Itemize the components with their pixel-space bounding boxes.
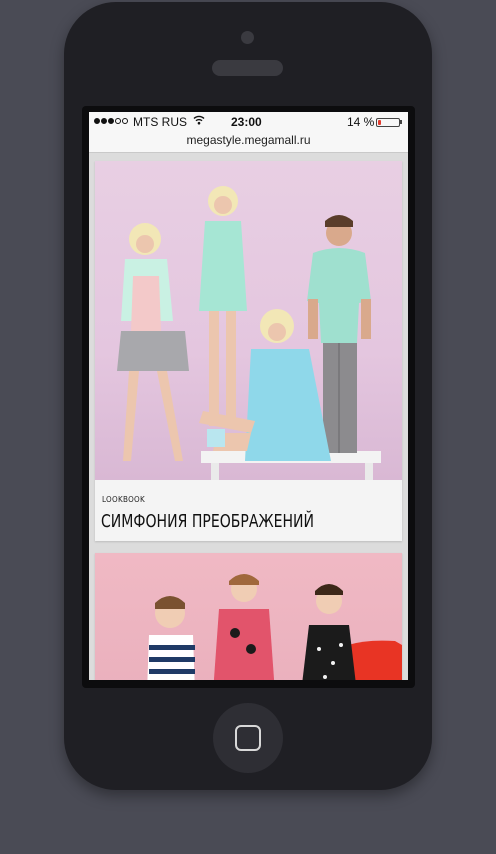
kids-photo[interactable] <box>95 553 402 680</box>
card-title[interactable]: СИМФОНИЯ ПРЕОБРАЖЕНИЙ <box>101 511 314 532</box>
page-content[interactable]: LOOKBOOK СИМФОНИЯ ПРЕОБРАЖЕНИЙ <box>89 153 408 680</box>
home-button[interactable] <box>213 703 283 773</box>
carrier-label: MTS RUS <box>133 115 187 129</box>
battery-nub <box>400 120 402 124</box>
front-camera <box>241 31 254 44</box>
battery-icon <box>376 118 400 127</box>
battery-level-fill <box>378 120 381 125</box>
home-square-icon <box>235 725 261 751</box>
battery-percent: 14 % <box>347 115 375 129</box>
card-tag: LOOKBOOK <box>102 495 146 504</box>
wifi-icon <box>193 114 205 129</box>
earpiece-speaker <box>212 60 283 76</box>
screen: MTS RUS 23:00 14 % megastyle.megamall.ru <box>89 112 408 680</box>
address-bar[interactable]: megastyle.megamall.ru <box>89 132 408 153</box>
kids-card[interactable] <box>95 553 402 680</box>
url-text: megastyle.megamall.ru <box>186 133 311 147</box>
lookbook-card[interactable]: LOOKBOOK СИМФОНИЯ ПРЕОБРАЖЕНИЙ <box>95 161 402 541</box>
signal-strength-icon <box>94 118 128 124</box>
status-bar: MTS RUS 23:00 14 % <box>89 112 408 132</box>
clock: 23:00 <box>231 115 262 129</box>
lookbook-photo[interactable] <box>95 161 402 480</box>
